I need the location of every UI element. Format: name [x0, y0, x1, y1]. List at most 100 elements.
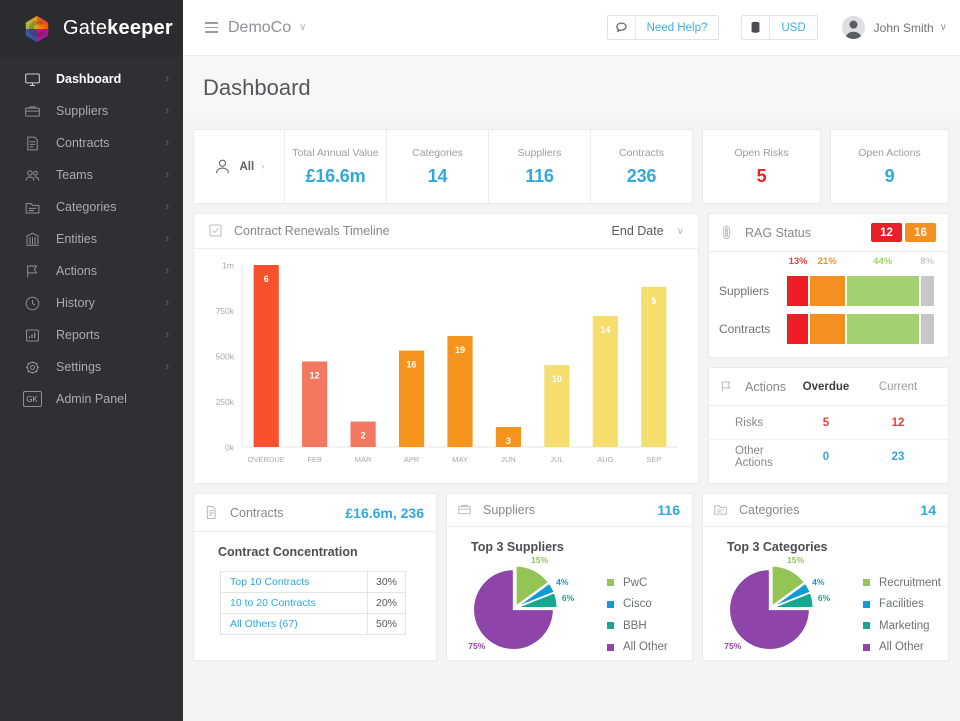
legend-item[interactable]: All Other	[863, 637, 941, 659]
rag-pct-green: 44%	[873, 256, 893, 267]
end-date-select[interactable]: End Date	[612, 224, 664, 238]
table-row[interactable]: All Others (67) 50%	[220, 613, 406, 635]
folder-icon	[713, 502, 729, 518]
contract-concentration-table: Top 10 Contracts 30% 10 to 20 Contracts …	[220, 571, 406, 635]
page-title: Dashboard	[203, 74, 311, 100]
suppliers-card: Suppliers 116 Top 3 Suppliers 15% 4% 6% 75%…	[446, 493, 693, 661]
brand-name: Gatekeeper	[63, 17, 173, 40]
dashboard-content: All › Total Annual Value £16.6m Categori…	[183, 119, 960, 721]
svg-text:JUL: JUL	[550, 455, 563, 464]
chevron-down-icon[interactable]: ∨	[299, 22, 306, 33]
sidebar-nav: Dashboard › Suppliers › Contracts › Team…	[0, 57, 183, 415]
kpi-label: Suppliers	[517, 146, 562, 159]
sidebar-item-label: History	[56, 296, 95, 310]
kpi-open-actions[interactable]: Open Actions 9	[830, 129, 949, 204]
sidebar-item-entities[interactable]: Entities ›	[0, 223, 183, 255]
svg-text:15%: 15%	[787, 556, 804, 565]
bar-chart-svg: 0k 250k 500k 750k 1m 6 OVERDUE 12 FEB 2 MAR 16 APR 19…	[216, 261, 678, 464]
categories-card: Categories 14 Top 3 Categories 15% 4% 6% 75…	[702, 493, 949, 661]
rag-segment-red[interactable]	[787, 276, 809, 306]
sidebar-item-settings[interactable]: Settings ›	[0, 351, 183, 383]
sidebar-item-history[interactable]: History ›	[0, 287, 183, 319]
contracts-header: Contracts £16.6m, 236	[194, 494, 436, 532]
legend-item[interactable]: BBH	[607, 615, 668, 637]
kpi-categories[interactable]: Categories 14	[387, 130, 489, 203]
table-row[interactable]: Top 10 Contracts 30%	[220, 571, 406, 593]
sidebar-item-contracts[interactable]: Contracts ›	[0, 127, 183, 159]
kpi-row: All › Total Annual Value £16.6m Categori…	[193, 129, 949, 204]
svg-text:SEP: SEP	[646, 455, 661, 464]
sidebar-item-actions[interactable]: Actions ›	[0, 255, 183, 287]
concentration-label[interactable]: All Others (67)	[220, 613, 368, 635]
rag-segment-red[interactable]	[787, 314, 809, 344]
card-title: Contracts	[230, 505, 284, 520]
categories-pie-chart: 15% 4% 6% 75%	[721, 556, 849, 660]
sidebar-item-reports[interactable]: Reports ›	[0, 319, 183, 351]
brand-header[interactable]: Gatekeeper	[0, 0, 183, 57]
kpi-group-card: All › Total Annual Value £16.6m Categori…	[193, 129, 693, 204]
rag-badge-amber[interactable]: 16	[905, 223, 936, 242]
avatar	[841, 16, 865, 39]
sidebar-item-teams[interactable]: Teams ›	[0, 159, 183, 191]
sidebar-item-admin-panel[interactable]: GK Admin Panel	[0, 383, 183, 415]
kpi-total-annual-value[interactable]: Total Annual Value £16.6m	[285, 130, 387, 203]
legend-swatch	[863, 579, 870, 587]
traffic-light-icon	[719, 225, 735, 241]
people-icon	[22, 165, 42, 185]
actions-overdue-value: 0	[822, 451, 830, 463]
rag-segment-amber[interactable]	[810, 314, 845, 344]
legend-label: Recruitment	[879, 576, 941, 589]
legend-label: Facilities	[879, 598, 924, 611]
sidebar-item-suppliers[interactable]: Suppliers ›	[0, 95, 183, 127]
sidebar-item-categories[interactable]: Categories ›	[0, 191, 183, 223]
legend-item[interactable]: Facilities	[863, 594, 941, 616]
categories-legend: Recruitment Facilities Marketing All Oth…	[849, 556, 941, 658]
actions-row-other-actions[interactable]: Other Actions 0 23	[709, 440, 948, 474]
chevron-right-icon: ›	[165, 73, 169, 85]
actions-header: Actions Overdue Current	[709, 368, 948, 406]
actions-row-label: Other Actions	[735, 445, 773, 469]
chevron-right-icon: ›	[165, 329, 169, 341]
concentration-label[interactable]: Top 10 Contracts	[220, 571, 368, 593]
rag-segment-amber[interactable]	[810, 276, 845, 306]
legend-item[interactable]: All Other	[607, 637, 668, 659]
svg-text:12: 12	[310, 370, 320, 380]
hamburger-icon[interactable]	[205, 22, 218, 33]
rag-bar-group	[787, 314, 934, 344]
rag-pct-red: 13%	[788, 256, 808, 267]
rag-segment-green[interactable]	[846, 276, 919, 306]
sidebar-item-dashboard[interactable]: Dashboard ›	[0, 63, 183, 95]
kpi-open-risks[interactable]: Open Risks 5	[702, 129, 821, 204]
rag-row-label: Suppliers	[719, 284, 770, 298]
currency-selector[interactable]: USD	[741, 15, 818, 40]
sidebar-item-label: Contracts	[56, 136, 110, 150]
legend-item[interactable]: Marketing	[863, 615, 941, 637]
legend-item[interactable]: PwC	[607, 572, 668, 594]
actions-current-value: 23	[891, 451, 905, 463]
kpi-value: 5	[756, 165, 767, 186]
kpi-suppliers[interactable]: Suppliers 116	[489, 130, 591, 203]
kpi-contracts[interactable]: Contracts 236	[591, 130, 692, 203]
categories-header: Categories 14	[703, 494, 948, 527]
kpi-filter-all[interactable]: All ›	[194, 130, 285, 203]
actions-row-risks[interactable]: Risks 5 12	[709, 406, 948, 440]
rag-badge-red[interactable]: 12	[871, 223, 902, 242]
concentration-label[interactable]: 10 to 20 Contracts	[220, 592, 368, 614]
org-name[interactable]: DemoCo	[228, 19, 291, 37]
rag-segment-grey[interactable]	[920, 314, 934, 344]
need-help-button[interactable]: Need Help?	[606, 15, 720, 40]
rag-segment-green[interactable]	[846, 314, 919, 344]
concentration-pct: 30%	[367, 571, 406, 593]
legend-label: Marketing	[879, 619, 930, 632]
legend-item[interactable]: Recruitment	[863, 572, 941, 594]
user-menu[interactable]: John Smith ∨	[841, 16, 947, 39]
legend-item[interactable]: Cisco	[607, 594, 668, 616]
svg-text:FEB: FEB	[307, 455, 322, 464]
concentration-pct: 20%	[367, 592, 406, 614]
chevron-down-icon[interactable]: ∨	[677, 226, 684, 237]
rag-segment-grey[interactable]	[920, 276, 934, 306]
kpi-label: Contracts	[619, 146, 664, 159]
table-row[interactable]: 10 to 20 Contracts 20%	[220, 592, 406, 614]
svg-text:6: 6	[264, 274, 269, 284]
sidebar-item-label: Reports	[56, 328, 100, 342]
